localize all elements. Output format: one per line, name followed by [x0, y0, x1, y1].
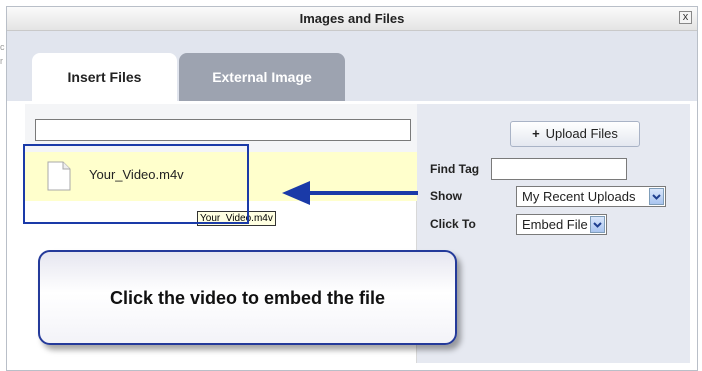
annotation-arrow-icon [282, 181, 418, 205]
close-icon: x [682, 11, 689, 23]
plus-icon: + [532, 126, 540, 141]
instruction-callout: Click the video to embed the file [38, 250, 457, 345]
tab-bar: Insert Files External Image [7, 31, 697, 101]
file-search-input[interactable] [35, 119, 411, 141]
click-to-select-value: Embed File [522, 217, 588, 232]
find-tag-label: Find Tag [430, 162, 480, 176]
upload-files-button[interactable]: + Upload Files [510, 121, 640, 147]
find-tag-input[interactable] [491, 158, 627, 180]
upload-files-label: Upload Files [545, 126, 618, 141]
chevron-down-icon [590, 216, 605, 233]
callout-text: Click the video to embed the file [109, 288, 386, 308]
dialog-titlebar: Images and Files x [7, 7, 697, 31]
dialog-title: Images and Files [299, 11, 405, 26]
annotation-highlight-box [23, 144, 249, 224]
tab-insert-files[interactable]: Insert Files [32, 53, 177, 101]
tab-external-image[interactable]: External Image [179, 53, 345, 101]
file-controls: + Upload Files Find Tag Show My Recent Up… [430, 104, 690, 363]
close-button[interactable]: x [679, 11, 692, 24]
show-label: Show [430, 189, 462, 203]
click-to-select[interactable]: Embed File [516, 214, 607, 235]
show-select-value: My Recent Uploads [522, 189, 636, 204]
show-select[interactable]: My Recent Uploads [516, 186, 666, 207]
chevron-down-icon [649, 188, 664, 205]
click-to-label: Click To [430, 217, 476, 231]
